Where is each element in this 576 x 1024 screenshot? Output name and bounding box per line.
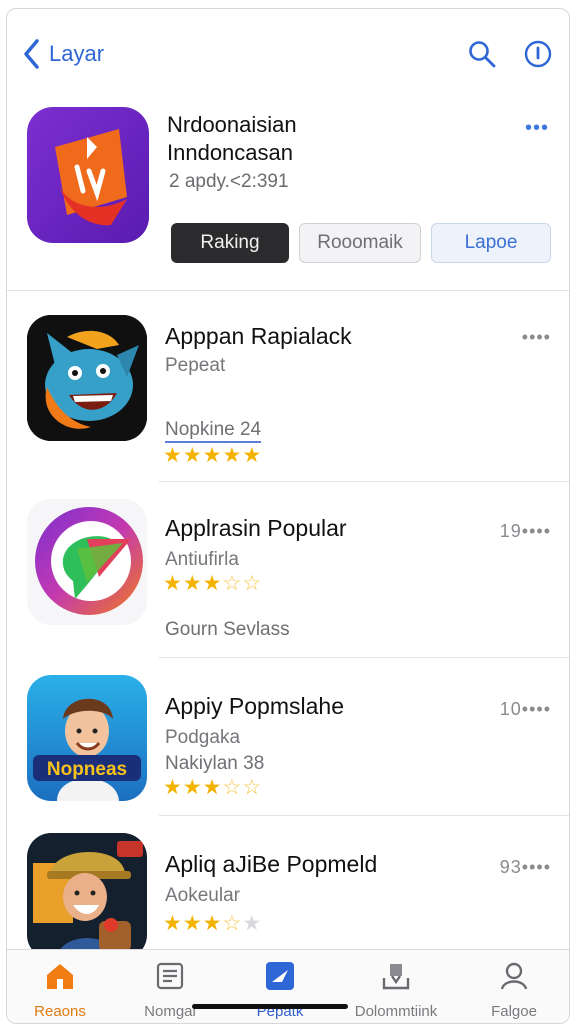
star-rating: ★ ★ ★ ☆ ☆ (163, 777, 261, 799)
more-options-button[interactable]: •••• (522, 327, 551, 348)
search-icon[interactable] (467, 39, 497, 69)
adventure-game-icon (27, 833, 147, 959)
home-icon (47, 964, 73, 989)
character-game-icon: Nopneas (27, 675, 147, 801)
profile-icon (500, 962, 528, 990)
tab-dolommtiink[interactable]: Dolommtiink (341, 960, 451, 1020)
more-options-button[interactable]: 93•••• (500, 857, 551, 878)
featured-app-subtitle: 2 apdy.<2:391 (169, 171, 289, 192)
svg-text:Nopneas: Nopneas (47, 759, 127, 780)
bottom-tab-bar: Reaons Nomgal Pepatk Dolommtiink Falgoe (7, 949, 569, 1023)
empty-star-icon: ☆ (242, 776, 262, 799)
app-title: Apppan Rapialack (165, 323, 352, 349)
half-star-icon: ☆ (222, 572, 242, 595)
tab-reaons[interactable]: Reaons (7, 960, 115, 1020)
tab-nomgal[interactable]: Nomgal (115, 960, 225, 1020)
back-button[interactable]: Layar (21, 37, 104, 71)
monster-game-icon (27, 315, 147, 441)
app-title: Appiy Popmslahe (165, 693, 344, 719)
star-icon: ★ (202, 776, 222, 799)
app-detail-text: Nopkine 24 (165, 419, 262, 443)
app-detail: Nakiylan 38 (165, 753, 265, 774)
featured-app-card: Nrdoonaisian Inndoncasan 2 apdy.<2:391 •… (7, 99, 569, 289)
tab-label: Dolommtiink (354, 1003, 438, 1020)
star-icon: ★ (182, 912, 202, 935)
row-divider (159, 815, 569, 816)
star-rating: ★ ★ ★ ☆ ☆ (163, 573, 261, 595)
app-store-screen: Layar Nrdoonaisian Inndoncasan 2 apdy.<2… (6, 8, 570, 1024)
star-icon: ★ (202, 572, 222, 595)
chevron-left-icon (24, 39, 39, 69)
half-star-icon: ☆ (222, 776, 242, 799)
star-rating: ★ ★ ★ ★ ★ (163, 445, 261, 467)
star-icon: ★ (163, 444, 182, 467)
info-icon[interactable] (523, 39, 553, 69)
star-icon: ★ (182, 444, 202, 467)
star-icon: ★ (222, 444, 242, 467)
app-detail: Nopkine 24 (165, 419, 262, 443)
more-options-button[interactable]: ••• (525, 117, 549, 140)
star-icon: ★ (202, 444, 222, 467)
empty-star-icon: ★ (242, 912, 262, 935)
home-indicator[interactable] (192, 1004, 348, 1009)
app-title: Applrasin Popular (165, 515, 347, 541)
star-icon: ★ (182, 572, 202, 595)
star-icon: ★ (202, 912, 222, 935)
star-icon: ★ (182, 776, 202, 799)
news-icon (156, 962, 184, 990)
more-options-button[interactable]: 10•••• (500, 699, 551, 720)
empty-star-icon: ☆ (242, 572, 262, 595)
featured-title-line2: Inndoncasan (167, 140, 293, 165)
app-subtitle: Podgaka (165, 727, 241, 748)
app-subtitle: Pepeat (165, 355, 226, 376)
featured-app-icon[interactable] (27, 107, 149, 243)
star-icon: ★ (163, 912, 182, 935)
tab-label: Reaons (34, 1003, 86, 1020)
app-title: Apliq aJiBe Popmeld (165, 851, 378, 877)
app-list-item[interactable]: Apppan Rapialack Pepeat Nopkine 24 ★ ★ ★… (7, 305, 569, 475)
app-subtitle: Antiufirla (165, 549, 239, 570)
star-icon: ★ (163, 572, 182, 595)
tab-label: Falgoe (491, 1003, 537, 1020)
row-divider (159, 481, 569, 482)
half-star-icon: ☆ (222, 912, 242, 935)
app-detail: Gourn Sevlass (165, 619, 290, 640)
app-list-item[interactable]: Applrasin Popular Antiufirla ★ ★ ★ ☆ ☆ G… (7, 495, 569, 665)
tab-falgoe[interactable]: Falgoe (459, 960, 569, 1020)
star-rating: ★ ★ ★ ☆ ★ (163, 913, 261, 935)
more-options-button[interactable]: 19•••• (500, 521, 551, 542)
star-icon: ★ (242, 444, 262, 467)
app-subtitle: Aokeular (165, 885, 240, 906)
featured-title-line1: Nrdoonaisian (167, 112, 297, 137)
top-navigation-bar: Layar (7, 9, 569, 99)
row-divider (159, 657, 569, 658)
section-divider (7, 290, 569, 291)
back-label: Layar (49, 41, 105, 66)
report-button[interactable]: Lapoe (431, 223, 551, 263)
chat-bubble-app-icon (27, 499, 147, 625)
tab-pepatk[interactable]: Pepatk (225, 960, 335, 1020)
featured-app-title: Nrdoonaisian Inndoncasan (167, 111, 297, 167)
ranking-button[interactable]: Raking (171, 223, 289, 263)
download-icon (382, 964, 410, 990)
apps-icon (266, 962, 294, 990)
bookmark-button[interactable]: Rooomaik (299, 223, 421, 263)
star-icon: ★ (163, 776, 182, 799)
